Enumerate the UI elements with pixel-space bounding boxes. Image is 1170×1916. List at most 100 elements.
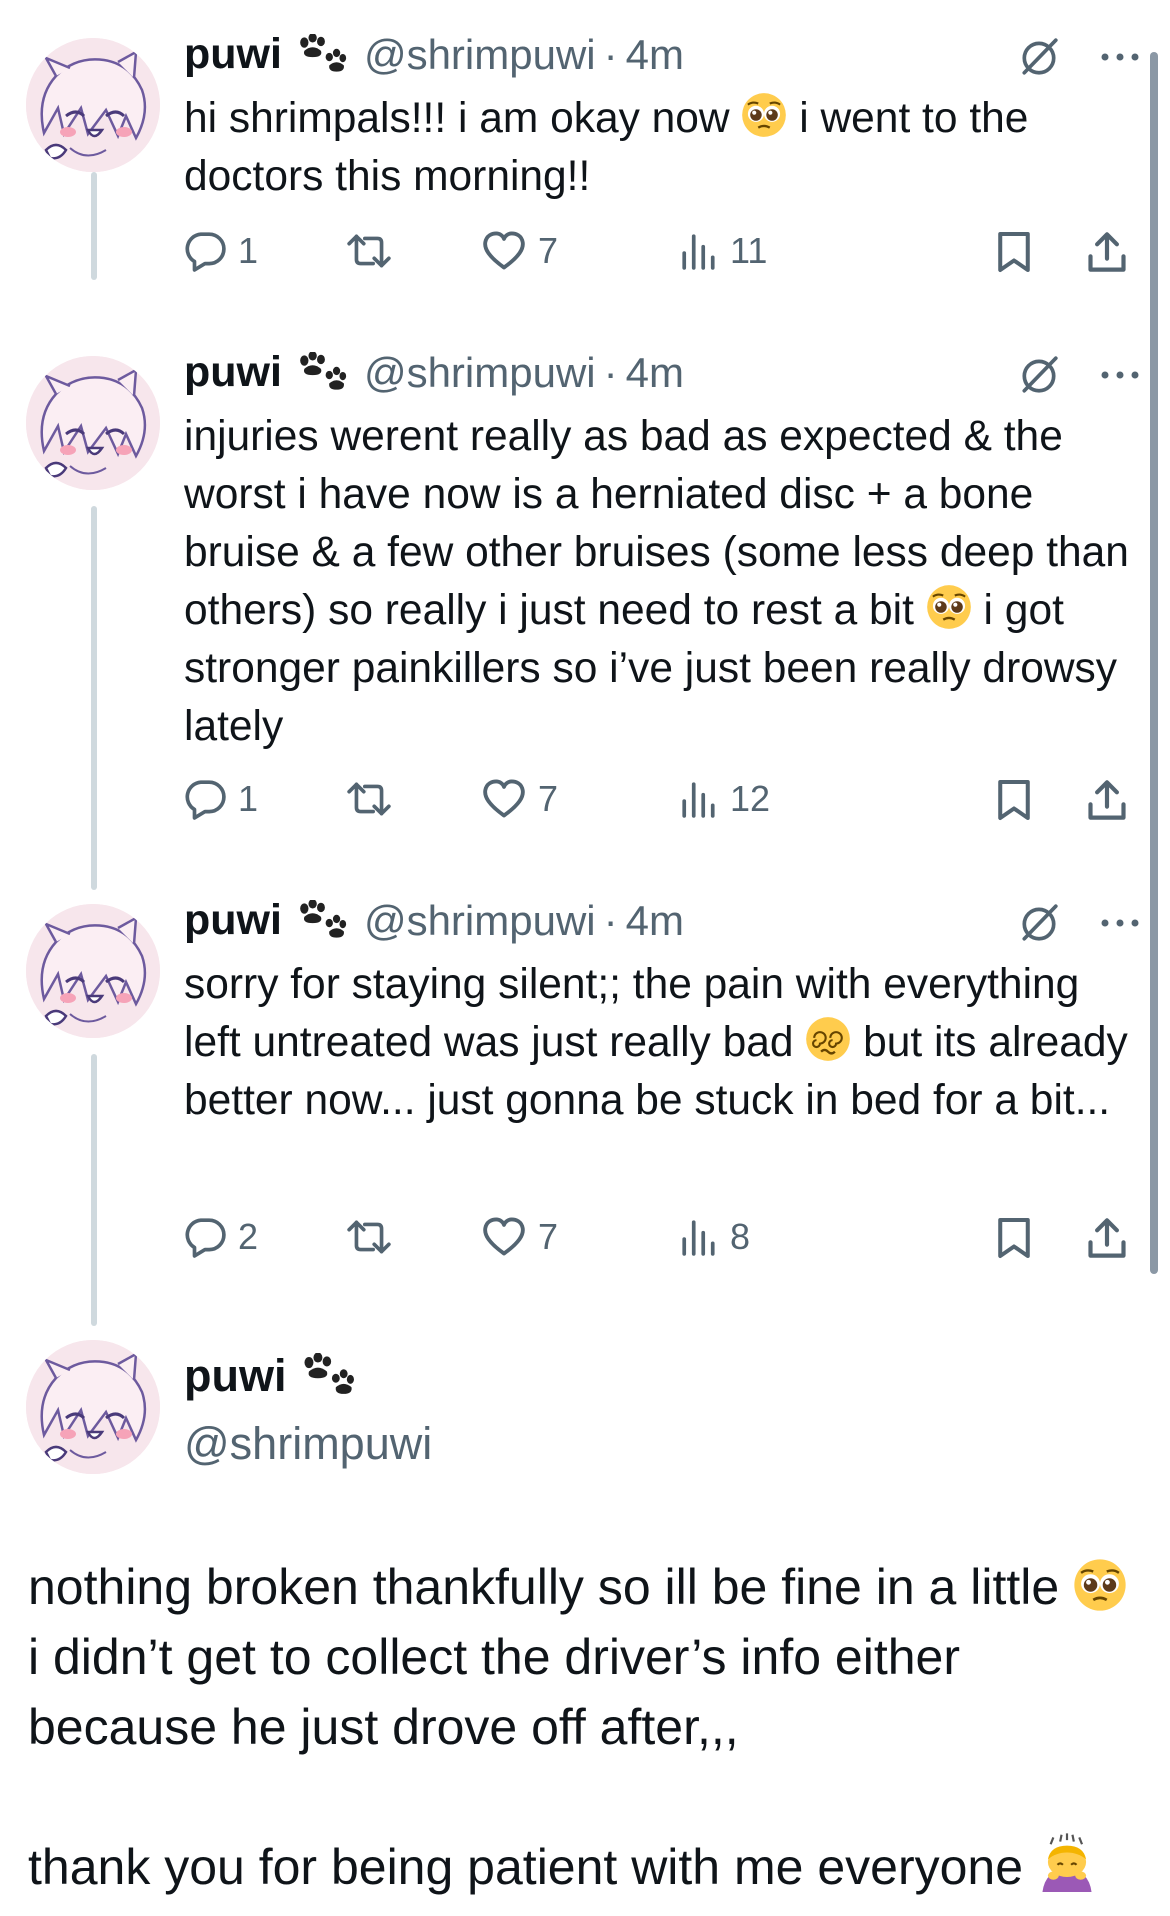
retweet-button[interactable]	[346, 1216, 392, 1258]
retweet-button[interactable]	[346, 230, 392, 272]
separator-dot: ·	[603, 896, 618, 944]
paw-icon	[296, 352, 348, 394]
like-button[interactable]: 7	[482, 1216, 558, 1258]
timestamp[interactable]: 4m	[626, 349, 684, 397]
like-count: 7	[538, 1216, 559, 1257]
avatar[interactable]	[26, 904, 160, 1038]
avatar[interactable]	[26, 38, 160, 172]
tweet-top-actions	[1018, 354, 1140, 396]
retweet-icon	[346, 1216, 392, 1258]
bookmark-button[interactable]	[996, 1216, 1032, 1260]
retweet-button[interactable]	[346, 778, 392, 820]
bookmark-button[interactable]	[996, 230, 1032, 274]
tweet-text: injuries werent really as bad as expecte…	[184, 408, 1134, 756]
like-count: 7	[538, 230, 559, 271]
main-tweet: puwi @shrimpuwi nothing broken thankfull…	[0, 1328, 1140, 1916]
scrollbar[interactable]	[1150, 52, 1158, 1274]
thread-line	[91, 506, 97, 890]
reply-icon	[184, 1216, 226, 1258]
share-icon	[1086, 1216, 1128, 1260]
reply-count: 1	[238, 778, 259, 819]
tweet-top-actions	[1018, 902, 1140, 944]
timestamp[interactable]: 4m	[626, 897, 684, 945]
more-icon[interactable]	[1100, 370, 1140, 380]
views-count: 12	[730, 778, 771, 819]
dizzy-face-emoji	[805, 1016, 851, 1062]
reply-button[interactable]: 1	[184, 230, 258, 272]
display-name[interactable]: puwi	[184, 348, 282, 397]
handle[interactable]: @shrimpuwi	[364, 897, 596, 945]
more-icon[interactable]	[1100, 918, 1140, 928]
views-icon	[680, 232, 718, 270]
display-name-row: puwi	[184, 1350, 432, 1402]
like-icon	[482, 1217, 526, 1257]
reply-button[interactable]: 2	[184, 1216, 258, 1258]
timestamp[interactable]: 4m	[626, 31, 684, 79]
grok-icon[interactable]	[1018, 902, 1060, 944]
avatar[interactable]	[26, 1340, 160, 1474]
like-icon	[482, 231, 526, 271]
tweet-text-part: hi shrimpals!!! i am okay now	[184, 95, 742, 142]
reply-icon	[184, 230, 226, 272]
main-tweet-header: puwi @shrimpuwi	[184, 1350, 432, 1470]
tweet-text: hi shrimpals!!! i am okay now i went to …	[184, 90, 1134, 206]
tweet-text: sorry for staying silent;; the pain with…	[184, 956, 1134, 1130]
pleading-face-emoji	[926, 584, 972, 630]
paw-icon	[296, 900, 348, 942]
share-button[interactable]	[1086, 778, 1128, 822]
action-bar: 1 7 11	[184, 230, 1134, 280]
tweet-text-part: nothing broken thankfully so ill be fine…	[28, 1559, 1074, 1615]
grok-icon[interactable]	[1018, 36, 1060, 78]
bookmark-icon	[996, 778, 1032, 822]
grok-icon[interactable]	[1018, 354, 1060, 396]
pleading-face-emoji	[741, 92, 787, 138]
avatar[interactable]	[26, 356, 160, 490]
views-button[interactable]: 12	[680, 778, 770, 820]
retweet-icon	[346, 778, 392, 820]
pleading-face-emoji	[1073, 1558, 1127, 1612]
display-name[interactable]: puwi	[184, 30, 282, 79]
paw-icon	[296, 34, 348, 76]
separator-dot: ·	[603, 348, 618, 396]
main-tweet-text: nothing broken thankfully so ill be fine…	[28, 1552, 1138, 1902]
action-bar: 1 7 12	[184, 778, 1134, 828]
bookmark-icon	[996, 230, 1032, 274]
tweet-header: puwi @shrimpuwi · 4m	[184, 896, 684, 945]
views-count: 8	[730, 1216, 751, 1257]
views-icon	[680, 1218, 718, 1256]
retweet-icon	[346, 230, 392, 272]
tweet-header: puwi @shrimpuwi · 4m	[184, 30, 684, 79]
views-count: 11	[730, 230, 768, 271]
paw-icon	[300, 1353, 356, 1399]
handle[interactable]: @shrimpuwi	[364, 31, 596, 79]
tweet-header: puwi @shrimpuwi · 4m	[184, 348, 684, 397]
share-icon	[1086, 230, 1128, 274]
display-name[interactable]: puwi	[184, 896, 282, 945]
handle[interactable]: @shrimpuwi	[364, 349, 596, 397]
views-button[interactable]: 8	[680, 1216, 750, 1258]
thread-line	[91, 172, 97, 280]
bookmark-button[interactable]	[996, 778, 1032, 822]
reply-count: 1	[238, 230, 259, 271]
share-icon	[1086, 778, 1128, 822]
bookmark-icon	[996, 1216, 1032, 1260]
display-name[interactable]: puwi	[184, 1350, 286, 1402]
reply-icon	[184, 778, 226, 820]
separator-dot: ·	[603, 30, 618, 78]
bowing-person-emoji	[1037, 1832, 1097, 1892]
tweet-top-actions	[1018, 36, 1140, 78]
share-button[interactable]	[1086, 230, 1128, 274]
like-button[interactable]: 7	[482, 778, 558, 820]
views-icon	[680, 780, 718, 818]
action-bar: 2 7 8	[184, 1216, 1134, 1266]
reply-count: 2	[238, 1216, 259, 1257]
thread-line	[91, 1054, 97, 1326]
like-count: 7	[538, 778, 559, 819]
like-icon	[482, 779, 526, 819]
more-icon[interactable]	[1100, 52, 1140, 62]
like-button[interactable]: 7	[482, 230, 558, 272]
reply-button[interactable]: 1	[184, 778, 258, 820]
share-button[interactable]	[1086, 1216, 1128, 1260]
handle[interactable]: @shrimpuwi	[184, 1418, 432, 1470]
views-button[interactable]: 11	[680, 230, 767, 272]
